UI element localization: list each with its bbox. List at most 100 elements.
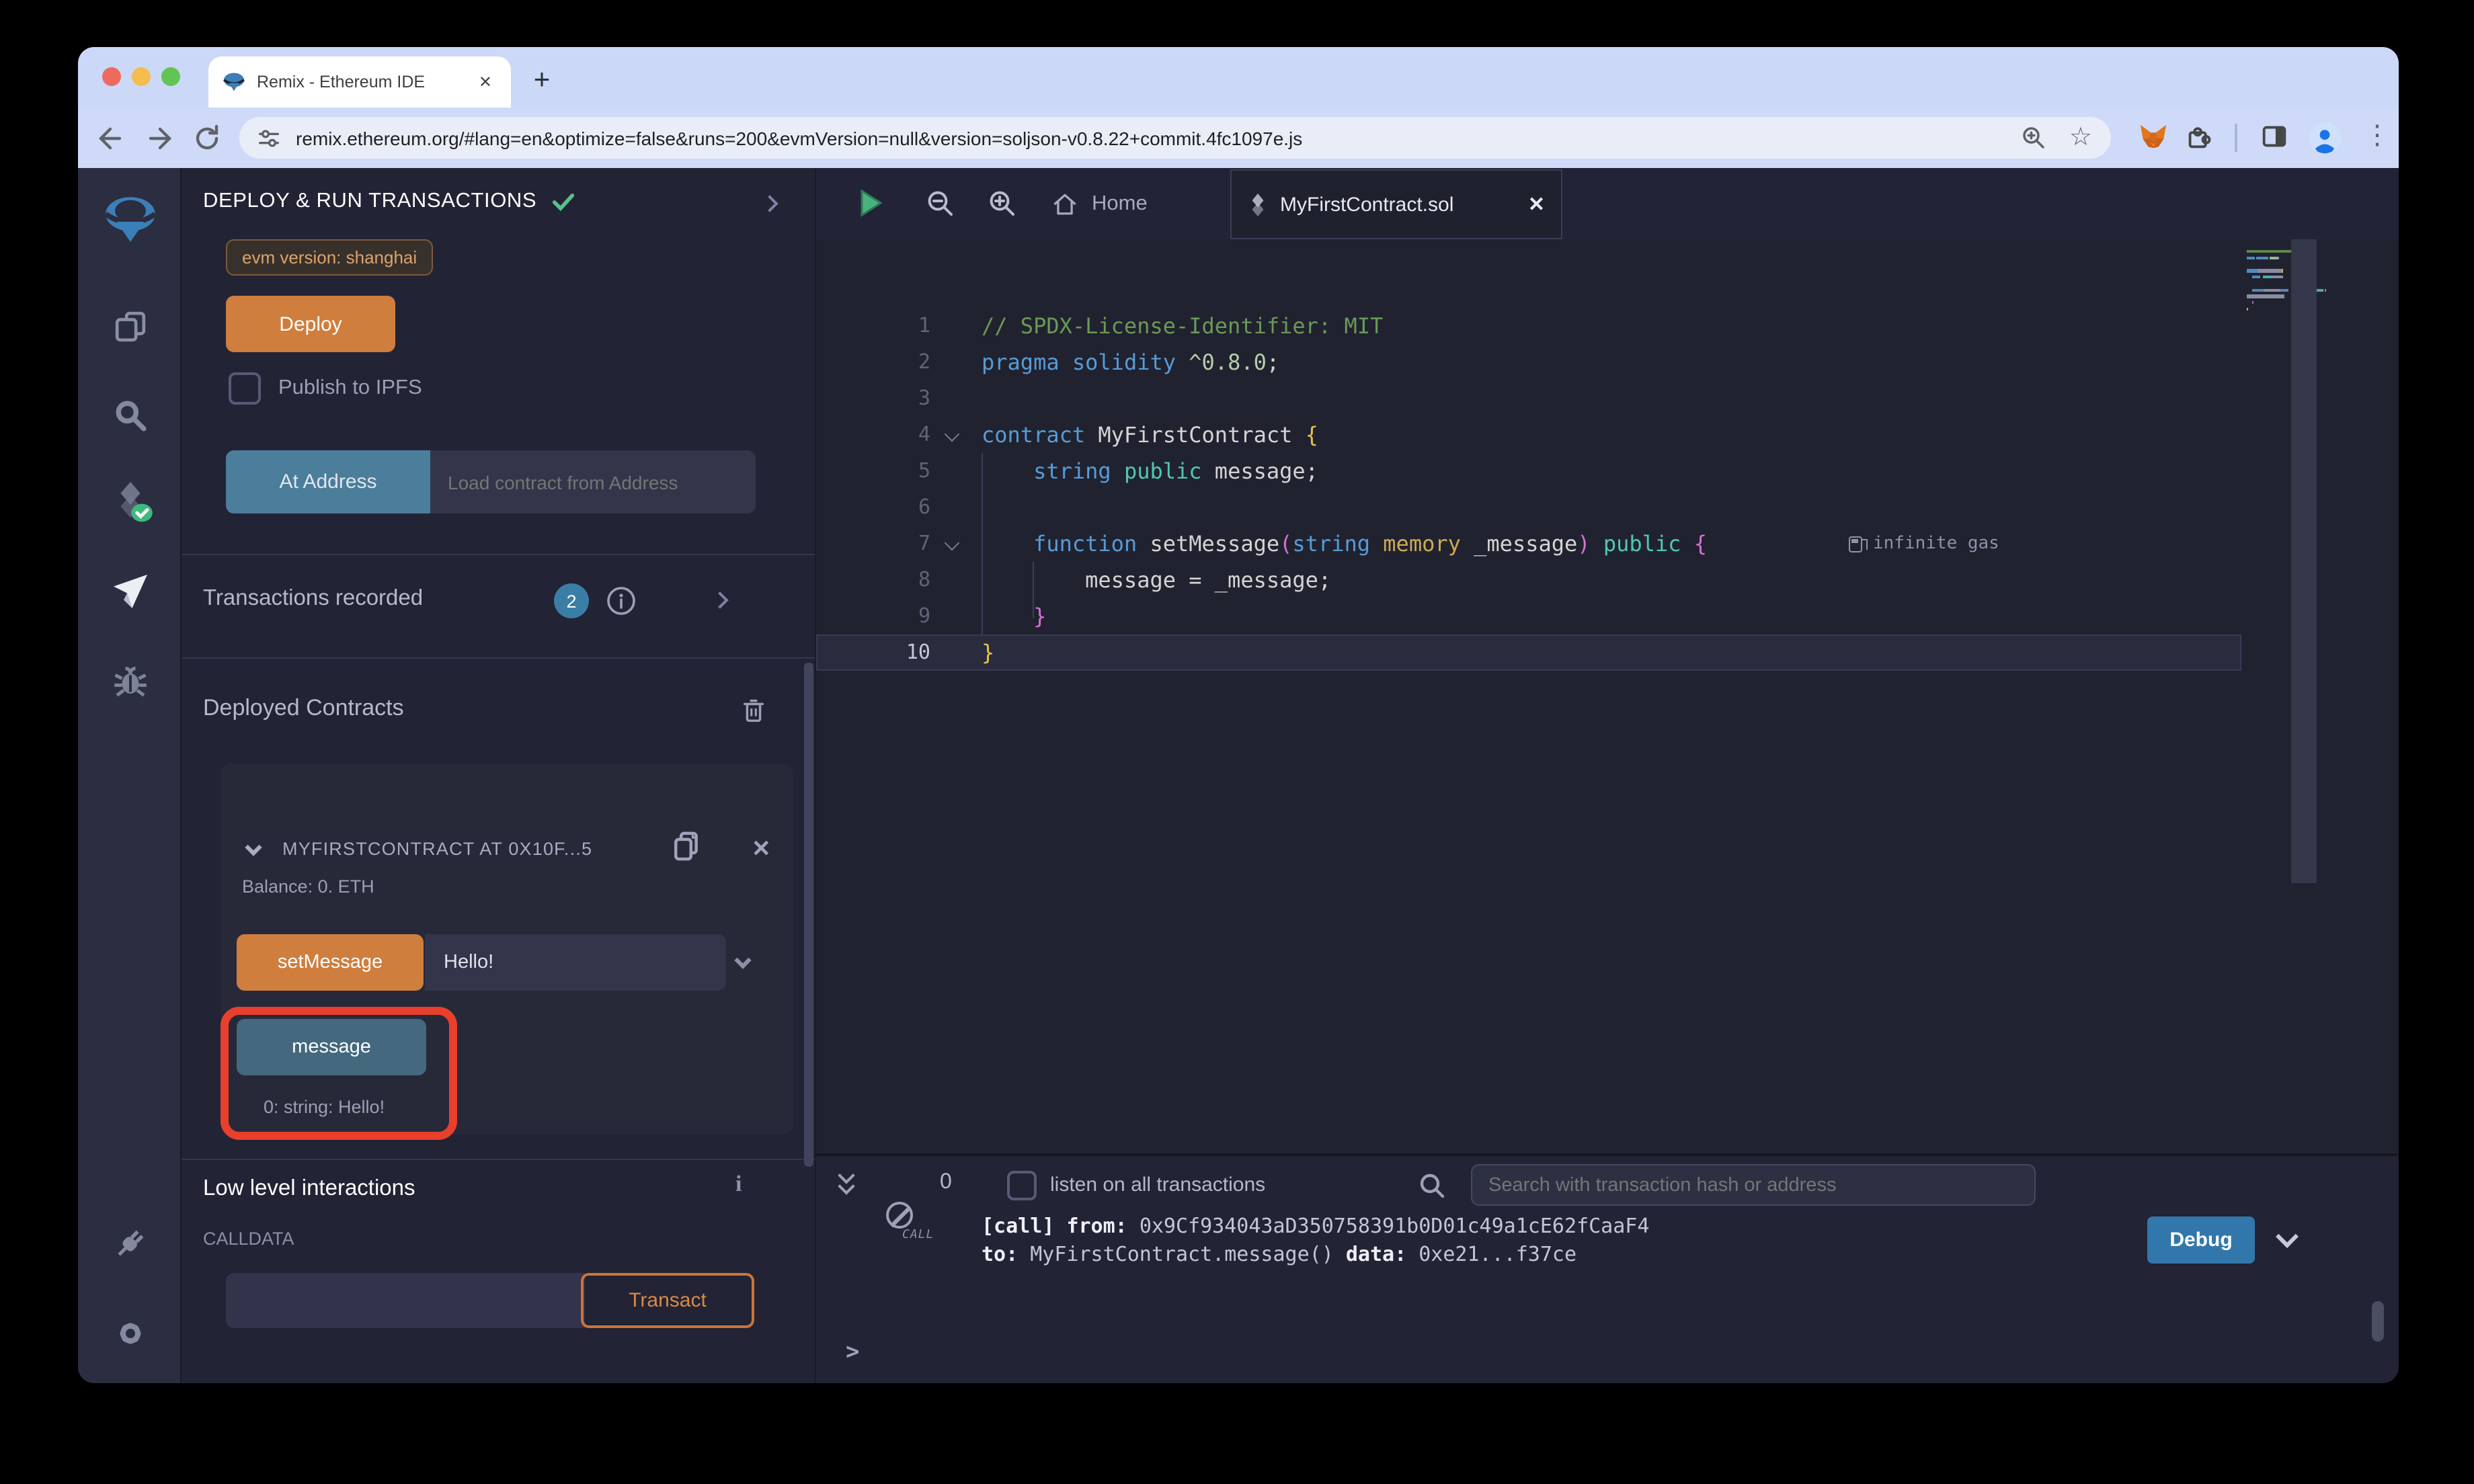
deploy-button[interactable]: Deploy — [226, 296, 395, 352]
terminal-search-input[interactable] — [1471, 1164, 2036, 1206]
remove-contract-icon[interactable]: ✕ — [752, 836, 771, 863]
contract-collapse-icon[interactable] — [245, 839, 262, 856]
panel-expand-icon[interactable] — [761, 195, 778, 212]
indent-guide — [1033, 562, 1034, 618]
terminal-scrollbar[interactable] — [2372, 1301, 2384, 1342]
gas-annotation: infinite gas — [1849, 526, 1999, 562]
log-line: [call] from: 0x9Cf934043aD350758391b0D01… — [982, 1212, 1649, 1241]
zoom-in-icon[interactable] — [986, 187, 1018, 219]
profile-avatar[interactable] — [2307, 121, 2342, 156]
side-panel-icon[interactable] — [2259, 121, 2290, 152]
code-line: 6 — [816, 489, 2241, 526]
line-number: 8 — [816, 562, 930, 598]
panel-scrollbar[interactable] — [804, 663, 813, 1167]
bookmark-star-icon[interactable]: ☆ — [2069, 122, 2092, 153]
at-address-input[interactable] — [430, 450, 756, 513]
editor-scrollbar[interactable] — [2291, 239, 2317, 883]
tab-favicon-remix-icon — [222, 70, 246, 94]
transactions-expand-icon[interactable] — [711, 591, 728, 608]
line-number: 6 — [816, 489, 930, 526]
annotation-highlight — [221, 1007, 457, 1140]
info-icon[interactable] — [605, 585, 637, 617]
code-line: 5 string public message; — [816, 453, 2241, 489]
tab-home[interactable]: Home — [1042, 168, 1156, 239]
at-address-button[interactable]: At Address — [226, 450, 430, 513]
sidebar-item-debugger[interactable] — [78, 643, 182, 718]
sidebar-item-deploy-run[interactable] — [78, 554, 182, 629]
line-number: 7 — [816, 526, 930, 562]
set-message-input[interactable] — [425, 934, 726, 991]
url-bar[interactable]: remix.ethereum.org/#lang=en&optimize=fal… — [239, 117, 2111, 159]
call-badge: CALL — [902, 1229, 934, 1242]
traffic-light-close[interactable] — [102, 67, 121, 86]
menu-dots-icon[interactable]: ⋮ — [2364, 118, 2391, 152]
gear-icon — [110, 1313, 150, 1354]
expand-terminal-icon[interactable] — [838, 1169, 859, 1199]
line-number: 3 — [816, 380, 930, 417]
code-line: 3 — [816, 380, 2241, 417]
publish-ipfs-label: Publish to IPFS — [278, 376, 422, 401]
remix-app: DEPLOY & RUN TRANSACTIONS evm version: s… — [78, 168, 2399, 1383]
home-icon — [1050, 189, 1080, 218]
site-settings-icon[interactable] — [255, 124, 282, 151]
balance-label: Balance: 0. ETH — [242, 876, 374, 897]
zoom-out-icon[interactable] — [924, 187, 956, 219]
log-expand-icon[interactable] — [2276, 1225, 2299, 1248]
tab-close-icon[interactable]: ✕ — [1528, 192, 1545, 216]
extensions-icon[interactable] — [2184, 121, 2214, 152]
fold-icon[interactable] — [945, 536, 960, 551]
code-line: 1// SPDX-License-Identifier: MIT — [816, 308, 2241, 344]
reload-button[interactable] — [191, 122, 223, 155]
terminal-search-icon — [1416, 1169, 1448, 1202]
tab-close-icon[interactable]: ✕ — [473, 70, 497, 94]
icon-rail — [78, 168, 182, 1383]
back-button[interactable] — [94, 122, 126, 155]
file-tab-title: MyFirstContract.sol — [1280, 193, 1516, 216]
check-icon — [550, 188, 577, 215]
browser-tab[interactable]: Remix - Ethereum IDE ✕ — [208, 56, 511, 108]
new-tab-button[interactable]: + — [522, 60, 562, 101]
contract-label: MYFIRSTCONTRACT AT 0X10F...5 — [282, 839, 670, 859]
copy-address-icon[interactable] — [668, 828, 705, 864]
tab-file-myfirstcontract[interactable]: MyFirstContract.sol ✕ — [1230, 169, 1562, 239]
search-icon — [111, 397, 149, 434]
pending-tx-count: 0 — [940, 1171, 952, 1195]
zoom-page-icon[interactable] — [2020, 124, 2048, 152]
forward-button[interactable] — [144, 122, 176, 155]
clear-console-icon[interactable] — [886, 1202, 913, 1229]
trash-icon[interactable] — [738, 695, 769, 726]
sidebar-item-solidity-compiler[interactable] — [78, 464, 182, 539]
line-number: 1 — [816, 308, 930, 344]
deployed-contracts-title: Deployed Contracts — [203, 695, 404, 722]
publish-ipfs-checkbox[interactable] — [229, 372, 261, 405]
traffic-light-maximize[interactable] — [161, 67, 180, 86]
code-line: 10} — [816, 634, 2241, 671]
log-line: to: MyFirstContract.message() data: 0xe2… — [982, 1241, 1649, 1269]
sidebar-item-settings[interactable] — [78, 1296, 182, 1371]
code-line: 4contract MyFirstContract { — [816, 417, 2241, 453]
code-line: 2pragma solidity ^0.8.0; — [816, 344, 2241, 380]
toolbar-divider — [2235, 124, 2237, 152]
run-script-button[interactable] — [854, 187, 886, 219]
low-level-info-icon[interactable]: i — [735, 1171, 742, 1198]
sidebar-item-plugin-manager[interactable] — [78, 1206, 182, 1281]
section-divider — [182, 657, 816, 659]
debug-button[interactable]: Debug — [2147, 1217, 2255, 1264]
set-message-button[interactable]: setMessage — [237, 934, 424, 991]
sidebar-item-file-explorer[interactable] — [78, 289, 182, 364]
code-editor[interactable]: 1// SPDX-License-Identifier: MIT2pragma … — [816, 239, 2399, 1153]
transact-button[interactable]: Transact — [581, 1273, 754, 1328]
log-entry[interactable]: [call] from: 0x9Cf934043aD350758391b0D01… — [982, 1212, 1649, 1269]
tab-title: Remix - Ethereum IDE — [257, 73, 473, 91]
traffic-light-minimize[interactable] — [132, 67, 151, 86]
listen-transactions-checkbox[interactable] — [1007, 1171, 1037, 1200]
remix-logo-icon[interactable] — [78, 184, 182, 259]
transactions-recorded-label: Transactions recorded — [203, 586, 423, 612]
section-divider — [182, 554, 816, 555]
expand-args-icon[interactable] — [734, 952, 751, 968]
fold-icon[interactable] — [945, 427, 960, 442]
sidebar-item-search[interactable] — [78, 378, 182, 453]
line-number: 4 — [816, 417, 930, 453]
metamask-extension-icon[interactable] — [2138, 121, 2169, 152]
calldata-input[interactable] — [226, 1273, 585, 1328]
